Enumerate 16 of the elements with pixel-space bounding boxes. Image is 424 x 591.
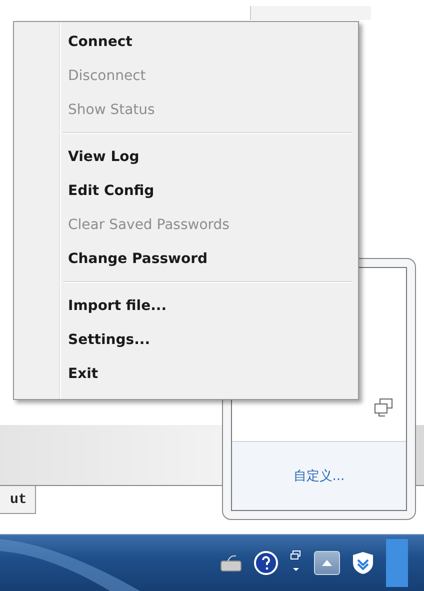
menu-item[interactable]: Edit Config bbox=[16, 174, 356, 208]
menu-item[interactable]: Connect bbox=[16, 25, 356, 59]
menu-item[interactable]: Settings... bbox=[16, 323, 356, 357]
up-arrow-icon bbox=[322, 560, 332, 566]
menu-item[interactable]: Import file... bbox=[16, 289, 356, 323]
help-icon[interactable] bbox=[254, 551, 278, 575]
menu-item[interactable]: Exit bbox=[16, 357, 356, 391]
shield-icon[interactable] bbox=[352, 551, 374, 575]
keyboard-icon[interactable] bbox=[220, 553, 242, 573]
menu-item[interactable]: Change Password bbox=[16, 242, 356, 276]
window-tab[interactable]: ut bbox=[0, 486, 36, 514]
show-hidden-icons-button[interactable] bbox=[314, 551, 340, 575]
taskbar-tile[interactable] bbox=[386, 539, 408, 587]
menu-item[interactable]: View Log bbox=[16, 140, 356, 174]
customize-link[interactable]: 自定义... bbox=[293, 467, 345, 485]
network-icon bbox=[374, 398, 394, 418]
